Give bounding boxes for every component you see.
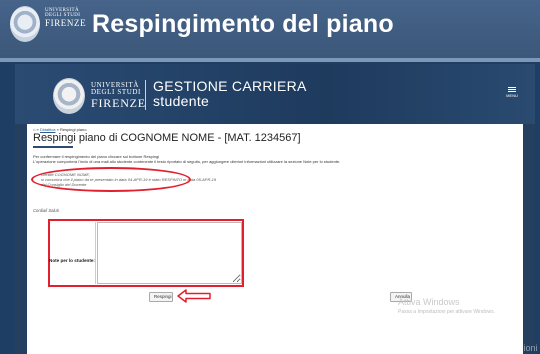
header-divider [145,80,146,110]
watermark-inner-subtitle: Passa a Impostazioni per attivare Window… [398,309,495,315]
note-label: Note per lo studente: [49,258,95,263]
slide-title: Respingimento del piano [92,10,394,38]
hamburger-icon [508,87,516,92]
banner-uni-line3: FIRENZE [45,17,87,28]
menu-button[interactable]: MENU [503,86,521,106]
intro-text: Per confermare il respingimento del pian… [33,154,513,164]
page-title: Respingi piano di COGNOME NOME - [MAT. 1… [33,132,301,144]
title-underline [33,146,73,148]
university-seal-icon [10,6,40,42]
menu-label: MENU [506,93,518,98]
app-header: UNIVERSITÀ DEGLI STUDI FIRENZE GESTIONE … [15,64,535,124]
app-title-line1: GESTIONE CARRIERA [153,78,307,94]
highlight-ellipse [31,167,191,192]
slide-banner: UNIVERSITÀ DEGLI STUDI FIRENZE Respingim… [0,0,540,62]
note-textarea[interactable] [97,222,242,284]
email-closing: Cordiali Saluti [33,208,59,213]
university-seal-icon [53,78,85,114]
field-separator [95,222,96,284]
app-title-line2: studente [153,93,210,109]
app-title: GESTIONE CARRIERA studente [153,79,307,109]
respingi-button[interactable]: Respingi [149,292,173,302]
content-card: ⌂ » Didattica » Respingi piano Respingi … [27,124,523,354]
intro-line2: L'operazione comporterà l'invio di una m… [33,159,341,164]
banner-university-name: UNIVERSITÀ DEGLI STUDI FIRENZE [45,8,86,28]
watermark-outer-subtitle: Passa a Impostazioni [452,343,538,353]
banner-divider [0,58,540,62]
app-university-name: UNIVERSITÀ DEGLI STUDI FIRENZE [91,81,146,110]
app-uni-line3: FIRENZE [91,95,146,110]
pointer-arrow-icon [177,289,211,303]
watermark-inner-title: Attiva Windows [398,297,460,307]
